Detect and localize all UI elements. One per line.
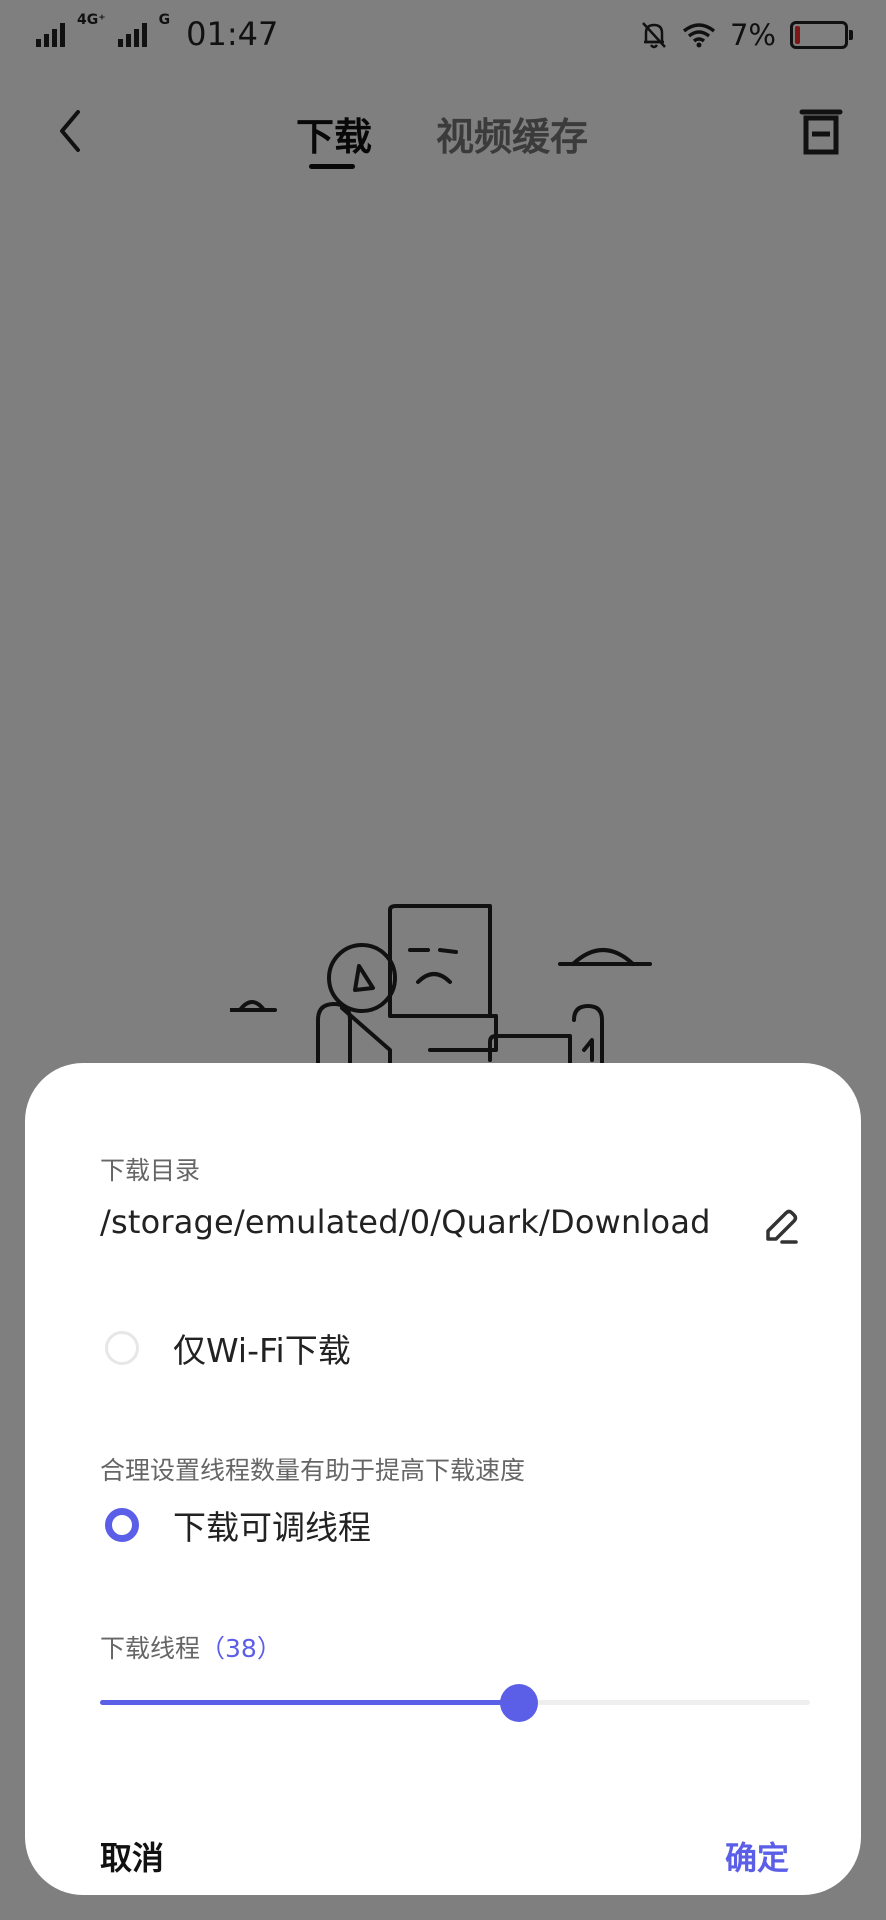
slider-thumb[interactable] (499, 1684, 538, 1722)
cancel-button[interactable]: 取消 (100, 1833, 164, 1879)
thread-slider[interactable] (100, 1683, 810, 1723)
download-dir-row[interactable]: /storage/emulated/0/Quark/Download (100, 1203, 800, 1253)
adjustable-threads-option[interactable]: 下载可调线程 (105, 1500, 371, 1550)
download-dir-path: /storage/emulated/0/Quark/Download (100, 1203, 711, 1241)
download-settings-dialog: 下载目录 /storage/emulated/0/Quark/Download … (25, 1063, 861, 1895)
thread-count-value: （38） (200, 1634, 282, 1663)
thread-hint: 合理设置线程数量有助于提高下载速度 (100, 1456, 526, 1485)
wifi-only-option[interactable]: 仅Wi-Fi下载 (105, 1323, 351, 1373)
thread-label-text: 下载线程 (100, 1634, 201, 1663)
download-dir-label: 下载目录 (100, 1156, 201, 1185)
wifi-only-label: 仅Wi-Fi下载 (173, 1331, 351, 1370)
confirm-button[interactable]: 确定 (725, 1833, 789, 1879)
adjustable-threads-label: 下载可调线程 (173, 1508, 371, 1547)
edit-icon[interactable] (760, 1207, 800, 1247)
adjustable-threads-radio[interactable] (105, 1508, 139, 1542)
wifi-only-radio[interactable] (105, 1331, 139, 1365)
thread-count-label: 下载线程（38） (100, 1629, 282, 1665)
slider-fill (100, 1700, 519, 1705)
